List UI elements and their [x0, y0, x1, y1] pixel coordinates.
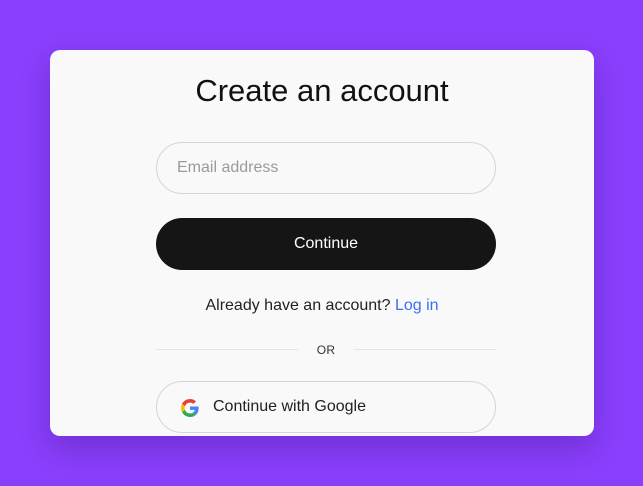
login-prompt-text: Already have an account? — [205, 297, 391, 314]
or-divider: OR — [156, 340, 496, 360]
signup-card: Create an account Continue Already have … — [50, 50, 594, 436]
continue-button[interactable]: Continue — [156, 218, 496, 270]
login-link[interactable]: Log in — [395, 297, 439, 314]
divider-label: OR — [316, 343, 336, 357]
page-title: Create an account — [195, 73, 449, 108]
continue-with-google-button[interactable]: Continue with Google — [156, 381, 496, 433]
email-field[interactable] — [156, 142, 496, 194]
google-g-icon — [181, 399, 199, 417]
login-prompt-row: Already have an account? Log in — [50, 296, 594, 316]
divider-line-right — [354, 349, 496, 350]
google-button-label: Continue with Google — [213, 398, 366, 415]
